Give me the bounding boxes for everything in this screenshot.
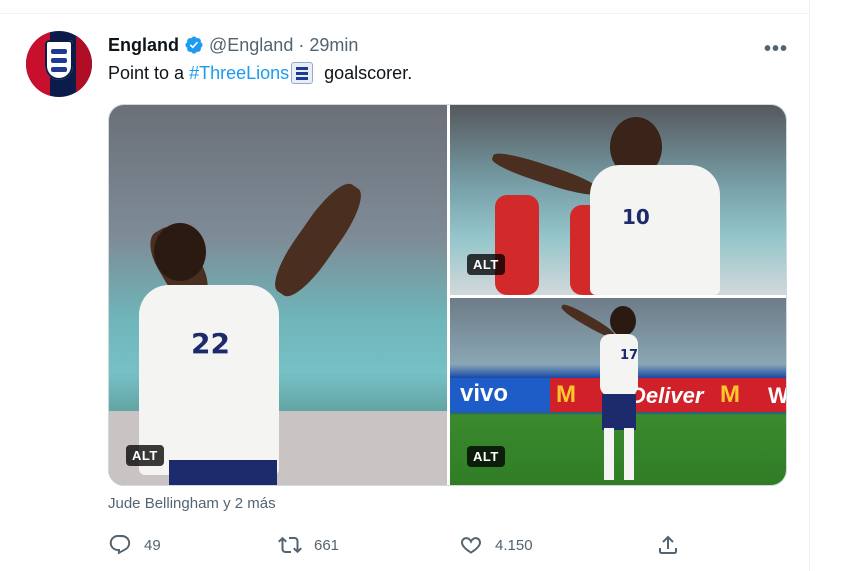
white-shirt [600,334,638,396]
tweet-text: Point to a #ThreeLions goalscorer. [108,62,412,84]
display-name[interactable]: England [108,35,179,56]
timestamp[interactable]: 29min [309,35,358,56]
tagged-people[interactable]: Jude Bellingham y 2 más [108,495,276,512]
photo-sterling[interactable]: 10 ALT [450,105,786,295]
media-grid: 22 ALT 10 ALT vivo M Deliver M W 17 ALT [108,104,787,486]
mcdonalds-logo: M [556,381,576,408]
like-count: 4.150 [495,536,533,554]
jersey-number: 22 [191,327,230,360]
separator-dot: · [298,34,305,55]
mcdonalds-logo: M [720,381,740,408]
timeline-border [809,0,810,571]
england-crest-logo [45,40,73,80]
alt-badge[interactable]: ALT [467,446,505,467]
reply-count: 49 [144,536,161,554]
jersey-number: 10 [622,205,650,229]
mcdonalds-board-text: Deliver [630,383,704,408]
three-lions-emoji-icon [291,62,314,84]
photo-bellingham[interactable]: 22 ALT [109,105,447,485]
user-handle[interactable]: @England [209,35,293,56]
tweet-actions: 49 661 4.150 [108,533,688,557]
tweet-text-suffix: goalscorer. [319,62,413,83]
photo-saka[interactable]: vivo M Deliver M W 17 ALT [450,298,787,485]
jersey-number: 17 [620,348,639,363]
hashtag-link[interactable]: #ThreeLions [189,63,289,84]
reply-icon [109,535,131,555]
alt-badge[interactable]: ALT [126,445,164,466]
retweet-icon [278,536,302,554]
white-shirt [590,165,720,295]
share-button[interactable] [656,533,680,557]
avatar[interactable] [26,31,92,97]
reply-button[interactable]: 49 [108,533,161,557]
tweet-header: England @England · 29min [108,33,358,57]
like-button[interactable]: 4.150 [459,533,533,557]
top-divider [0,0,810,14]
vivo-board-text: vivo [460,380,509,407]
more-options-icon[interactable]: ••• [764,38,788,61]
retweet-count: 661 [314,536,340,554]
alt-badge[interactable]: ALT [467,254,505,275]
retweet-button[interactable]: 661 [278,533,339,557]
heart-icon [461,537,481,554]
board-text-partial: W [768,383,787,408]
tweet-text-prefix: Point to a [108,62,190,83]
verified-badge-icon [185,36,203,54]
share-icon [659,535,677,554]
